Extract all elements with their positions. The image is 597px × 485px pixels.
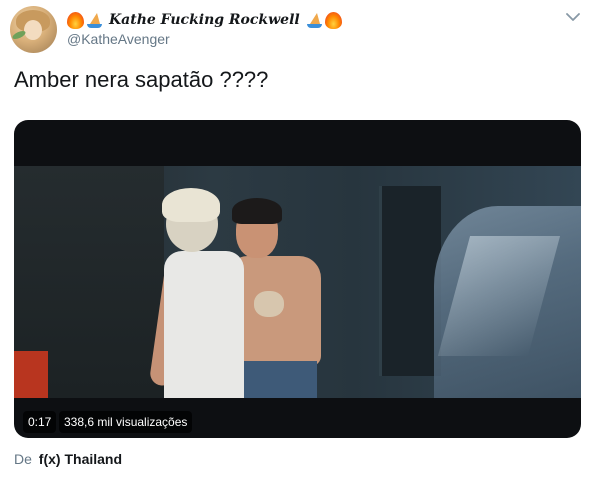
user-handle[interactable]: @KatheAvenger: [67, 31, 170, 47]
display-name-text[interactable]: Kathe Fucking Rockwell: [109, 12, 300, 28]
source-link[interactable]: f(x) Thailand: [39, 451, 122, 467]
video-player[interactable]: 0:17 338,6 mil visualizações: [14, 120, 581, 438]
video-frame[interactable]: [14, 166, 581, 398]
video-source: De f(x) Thailand: [14, 451, 122, 467]
video-views-badge: 338,6 mil visualizações: [59, 411, 193, 433]
tweet-text: Amber nera sapatão ????: [14, 67, 269, 92]
fire-emoji-icon: [67, 11, 84, 29]
display-name[interactable]: Kathe Fucking Rockwell: [67, 10, 342, 30]
source-prefix: De: [14, 451, 32, 467]
fire-emoji-icon: [324, 11, 342, 29]
tweet-card: Kathe Fucking Rockwell @KatheAvenger Amb…: [0, 0, 597, 485]
sailboat-emoji-icon: [86, 12, 103, 29]
chevron-down-icon[interactable]: [566, 12, 580, 22]
avatar[interactable]: [10, 6, 57, 53]
sailboat-emoji-icon: [306, 12, 323, 29]
video-time-badge: 0:17: [23, 411, 57, 433]
